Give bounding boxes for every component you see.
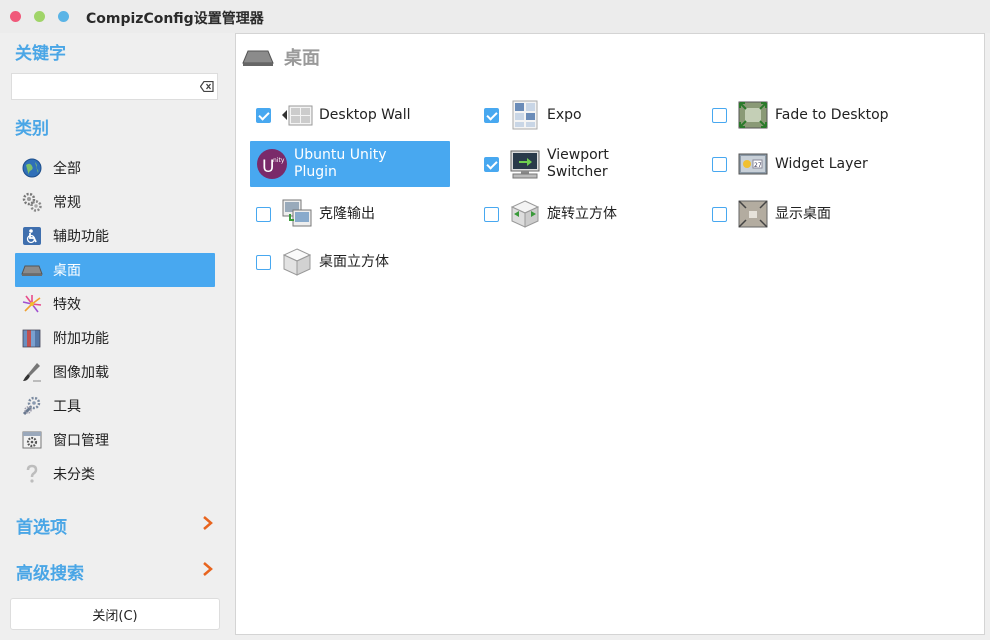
plugin-label: Ubuntu Unity Plugin [294,147,387,180]
category-item-image-loading[interactable]: 图像加载 [15,355,215,389]
globe-icon [21,157,43,179]
chevron-right-icon [203,516,213,530]
books-icon [21,327,43,349]
plugin-clone-output[interactable]: 克隆输出 [250,191,450,237]
page-header: 桌面 [242,42,320,72]
fade-desktop-icon [737,99,769,131]
category-item-general[interactable]: 常规 [15,185,215,219]
plugin-label: Expo [547,106,582,123]
category-label: 附加功能 [53,331,109,347]
svg-text:27: 27 [754,162,762,169]
clone-output-icon [281,198,313,230]
preferences-expander[interactable]: 首选项 [15,511,215,538]
category-heading: 类别 [15,119,49,139]
plugin-expo[interactable]: Expo [478,92,678,138]
plugin-label: Widget Layer [775,155,868,172]
plugin-widget-layer[interactable]: 27 Widget Layer [706,141,906,187]
advanced-search-expander[interactable]: 高级搜索 [15,557,215,584]
category-label: 全部 [53,161,81,177]
clear-search-icon[interactable] [200,81,214,92]
category-list: 全部 常规 辅助功能 桌面 特效 附加功能 图像加载 工具 窗口管理 未分类 [15,151,215,491]
plugin-checkbox[interactable] [256,107,271,123]
close-window-button[interactable] [10,11,21,22]
desktop-icon [242,50,274,66]
category-label: 辅助功能 [53,229,109,245]
page-title: 桌面 [284,48,320,69]
plugin-viewport-switcher[interactable]: Viewport Switcher [478,141,678,187]
brush-icon [21,361,43,383]
question-icon [21,463,43,485]
plugin-ubuntu-unity[interactable]: Unity Ubuntu Unity Plugin [250,141,450,187]
desktop-icon [21,259,43,281]
tools-icon [21,395,43,417]
unity-icon: Unity [256,148,288,180]
maximize-window-button[interactable] [58,11,69,22]
plugin-checkbox[interactable] [712,206,727,222]
category-item-all[interactable]: 全部 [15,151,215,185]
window-gear-icon [21,429,43,451]
category-item-window-management[interactable]: 窗口管理 [15,423,215,457]
plugin-label: 旋转立方体 [547,205,617,222]
plugin-checkbox[interactable] [712,156,727,172]
show-desktop-icon [737,198,769,230]
plugin-checkbox[interactable] [484,156,499,172]
plugin-rotate-cube[interactable]: 旋转立方体 [478,191,678,237]
plugin-label: 显示桌面 [775,205,831,222]
category-label: 工具 [53,399,81,415]
close-button[interactable]: 关闭(C) [10,598,220,630]
sidebar: 关键字 类别 全部 常规 辅助功能 桌面 特效 附加功能 图像加载 工具 窗口管… [0,33,232,640]
advanced-search-label: 高级搜索 [16,564,84,584]
category-label: 图像加载 [53,365,109,381]
plugin-checkbox[interactable] [256,254,271,270]
preferences-label: 首选项 [16,518,67,538]
category-item-desktop[interactable]: 桌面 [15,253,215,287]
category-item-accessibility[interactable]: 辅助功能 [15,219,215,253]
plugin-label: 克隆输出 [319,205,375,222]
plugin-label: Viewport Switcher [547,147,609,180]
desktop-cube-icon [281,246,313,278]
plugin-checkbox[interactable] [484,206,499,222]
plugin-checkbox[interactable] [256,206,271,222]
category-item-effects[interactable]: 特效 [15,287,215,321]
accessibility-icon [21,225,43,247]
category-label: 常规 [53,195,81,211]
category-item-utility[interactable]: 工具 [15,389,215,423]
chevron-right-icon [203,562,213,576]
category-item-extras[interactable]: 附加功能 [15,321,215,355]
plugin-fade-to-desktop[interactable]: Fade to Desktop [706,92,906,138]
gears-icon [21,191,43,213]
plugin-desktop-wall[interactable]: Desktop Wall [250,92,450,138]
category-label: 窗口管理 [53,433,109,449]
plugin-show-desktop[interactable]: 显示桌面 [706,191,906,237]
plugin-checkbox[interactable] [484,107,499,123]
plugin-desktop-cube[interactable]: 桌面立方体 [250,239,450,285]
plugin-panel: 桌面 Desktop Wall Expo Fade to Desktop Uni… [235,33,985,635]
category-label: 桌面 [53,263,81,279]
search-input[interactable] [12,74,192,99]
title-bar: CompizConfig设置管理器 [0,0,990,33]
search-box [11,73,218,100]
fireworks-icon [21,293,43,315]
category-label: 未分类 [53,467,95,483]
plugin-checkbox[interactable] [712,107,727,123]
viewport-switcher-icon [509,148,541,180]
plugin-label: 桌面立方体 [319,253,389,270]
svg-text:nity: nity [273,157,285,164]
category-item-uncategorized[interactable]: 未分类 [15,457,215,491]
window-title: CompizConfig设置管理器 [86,11,264,27]
desktop-wall-icon [281,99,313,131]
minimize-window-button[interactable] [34,11,45,22]
widget-layer-icon: 27 [737,148,769,180]
plugin-label: Desktop Wall [319,106,411,123]
expo-icon [509,99,541,131]
plugin-label: Fade to Desktop [775,106,889,123]
category-label: 特效 [53,297,81,313]
rotate-cube-icon [509,198,541,230]
keyword-heading: 关键字 [15,44,66,64]
